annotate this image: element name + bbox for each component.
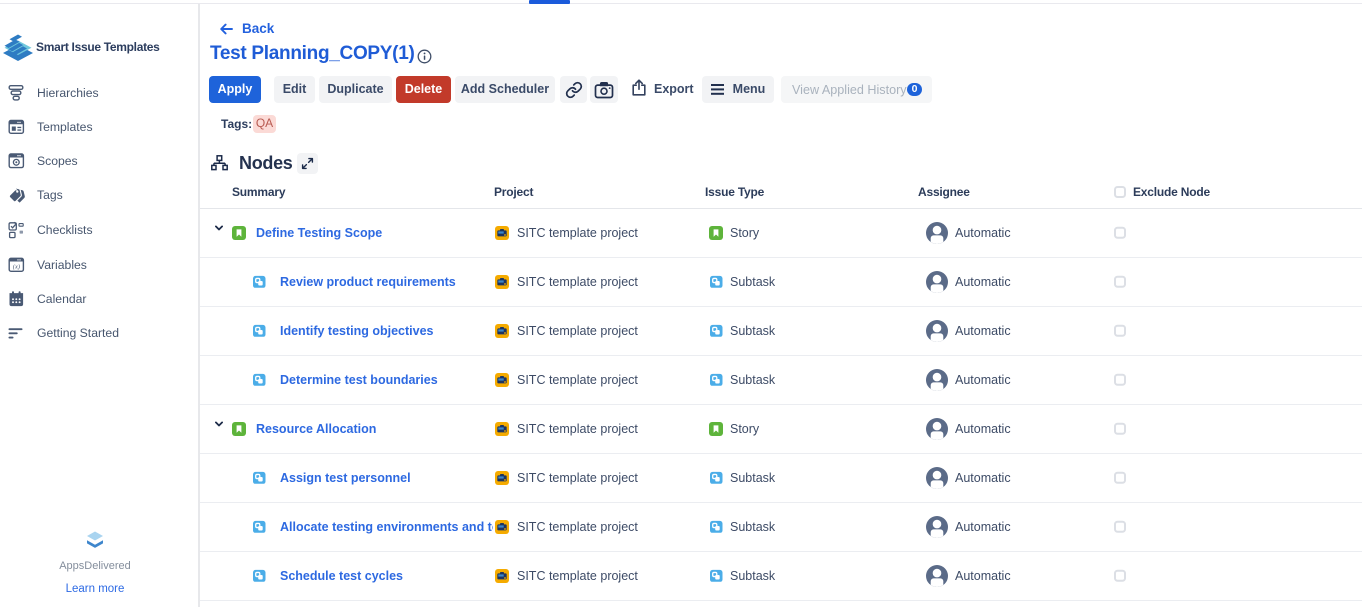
- svg-text:(x): (x): [13, 263, 20, 270]
